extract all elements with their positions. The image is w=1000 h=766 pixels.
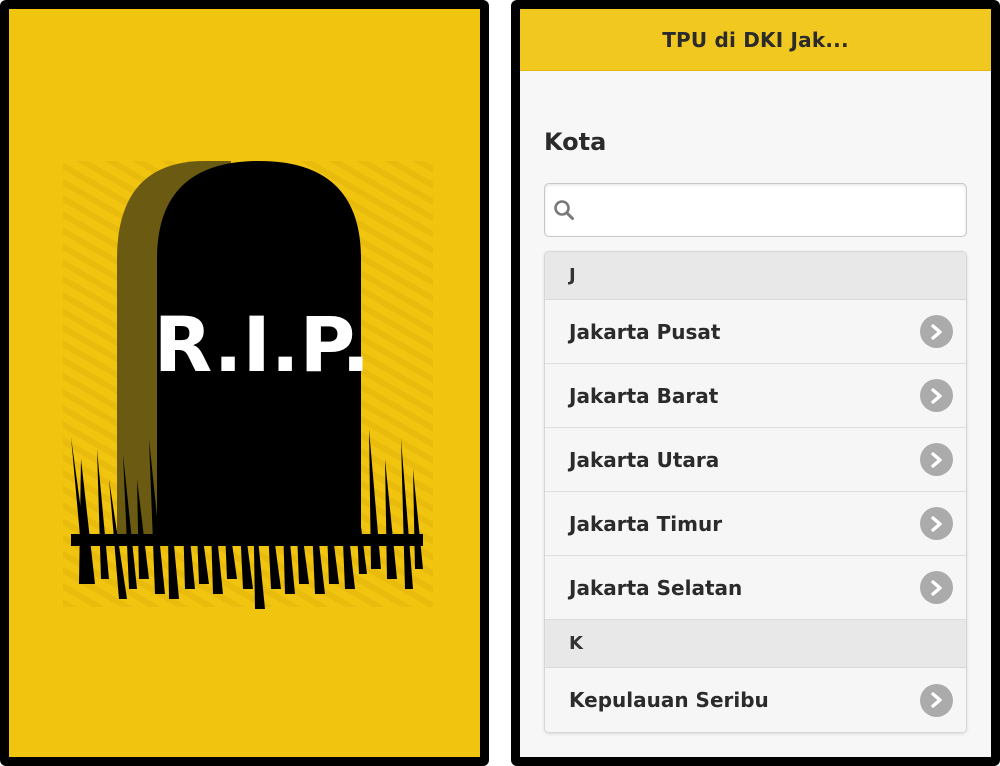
chevron-right-icon <box>920 379 953 412</box>
list-item-jakarta-barat[interactable]: Jakarta Barat <box>545 364 966 428</box>
splash-screen: R.I.P. <box>9 9 480 757</box>
tombstone-illustration: R.I.P. <box>63 161 433 609</box>
phone-left-frame: R.I.P. <box>0 0 489 766</box>
list-item-jakarta-selatan[interactable]: Jakarta Selatan <box>545 556 966 620</box>
search-input[interactable] <box>575 184 966 236</box>
list-item-jakarta-utara[interactable]: Jakarta Utara <box>545 428 966 492</box>
list-item-label: Jakarta Utara <box>569 447 720 472</box>
search-icon <box>554 200 574 220</box>
list-item-label: Kepulauan Seribu <box>569 688 769 712</box>
search-box[interactable] <box>544 183 967 237</box>
app-screen: TPU di DKI Jak... Kota J Jakarta Pusat J… <box>520 9 991 757</box>
list-divider-k: K <box>545 620 966 668</box>
chevron-right-icon <box>920 571 953 604</box>
page-title: Kota <box>544 128 607 156</box>
list-divider-j: J <box>545 252 966 300</box>
list-item-jakarta-timur[interactable]: Jakarta Timur <box>545 492 966 556</box>
main-content: Kota J Jakarta Pusat Jakarta Barat Jakar… <box>520 128 991 733</box>
list-item-label: Jakarta Barat <box>569 383 719 408</box>
list-item-jakarta-pusat[interactable]: Jakarta Pusat <box>545 300 966 364</box>
list-item-kepulauan-seribu[interactable]: Kepulauan Seribu <box>545 668 966 732</box>
list-item-label: Jakarta Pusat <box>569 319 721 344</box>
city-list: J Jakarta Pusat Jakarta Barat Jakarta Ut… <box>544 251 967 733</box>
list-item-label: Jakarta Selatan <box>569 575 743 600</box>
rip-text: R.I.P. <box>154 300 371 389</box>
chevron-right-icon <box>920 443 953 476</box>
phone-right-frame: TPU di DKI Jak... Kota J Jakarta Pusat J… <box>511 0 1000 766</box>
app-header: TPU di DKI Jak... <box>520 9 991 71</box>
chevron-right-icon <box>920 507 953 540</box>
list-item-label: Jakarta Timur <box>569 511 723 536</box>
app-title: TPU di DKI Jak... <box>662 27 849 52</box>
chevron-right-icon <box>920 315 953 348</box>
chevron-right-icon <box>920 683 953 717</box>
